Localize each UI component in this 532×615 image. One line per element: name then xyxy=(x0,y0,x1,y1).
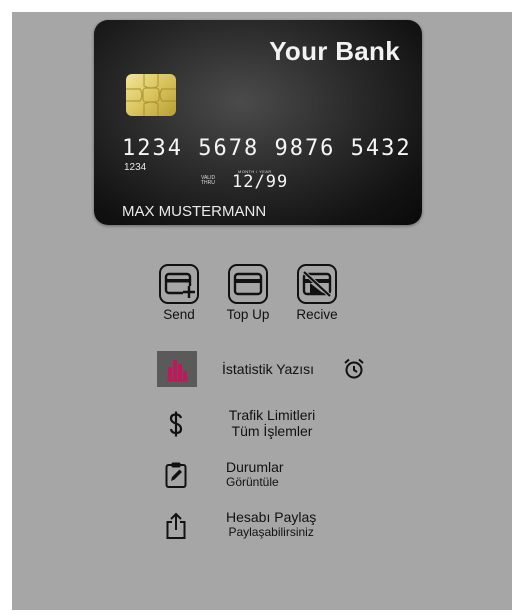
share-icon xyxy=(164,511,188,546)
card-add-icon xyxy=(159,264,199,304)
share-subtitle: Paylaşabilirsiniz xyxy=(228,525,314,539)
menu-item-statistics[interactable]: İstatistik Yazısı xyxy=(12,351,512,387)
card-expiry: 12/99 xyxy=(232,172,289,192)
card-number-small: 1234 xyxy=(124,162,147,173)
alarm-clock-icon[interactable] xyxy=(342,357,366,386)
bar-chart-icon xyxy=(157,351,197,387)
statistics-label: İstatistik Yazısı xyxy=(222,361,315,377)
recive-button[interactable]: Recive xyxy=(285,264,349,322)
valid-thru-label: VALID THRU xyxy=(201,175,216,186)
chip-icon xyxy=(126,74,176,116)
all-transactions-label: Tüm İşlemler xyxy=(231,423,313,439)
menu-item-share-account[interactable]: Hesabı Paylaş Paylaşabilirsiniz xyxy=(12,508,512,548)
action-buttons: Send Top Up Recive xyxy=(12,264,512,334)
top-up-label: Top Up xyxy=(226,307,270,322)
top-up-button[interactable]: Top Up xyxy=(216,264,280,322)
bank-name: Your Bank xyxy=(269,36,400,66)
card-holder-name: MAX MUSTERMANN xyxy=(122,203,267,220)
recive-label: Recive xyxy=(296,307,338,322)
credit-card-icon xyxy=(228,264,268,304)
send-label: Send xyxy=(163,307,195,322)
dollar-icon xyxy=(164,410,188,443)
card-number: 1234 5678 9876 5432 xyxy=(122,136,412,161)
main-panel: Your Bank 1234 5678 9876 5432 1234 VALID… xyxy=(12,12,512,610)
credit-card[interactable]: Your Bank 1234 5678 9876 5432 1234 VALID… xyxy=(94,20,422,225)
share-account-label: Hesabı Paylaş xyxy=(226,509,317,525)
clipboard-edit-icon xyxy=(164,461,188,494)
status-view-label: Görüntüle xyxy=(226,475,279,489)
send-button[interactable]: Send xyxy=(147,264,211,322)
status-label: Durumlar xyxy=(226,459,284,475)
card-off-icon xyxy=(297,264,337,304)
menu-item-status[interactable]: Durumlar Görüntüle xyxy=(12,458,512,494)
menu-item-traffic-limits[interactable]: Trafik Limitleri Tüm İşlemler xyxy=(12,406,512,446)
traffic-limits-label: Trafik Limitleri xyxy=(228,407,316,423)
